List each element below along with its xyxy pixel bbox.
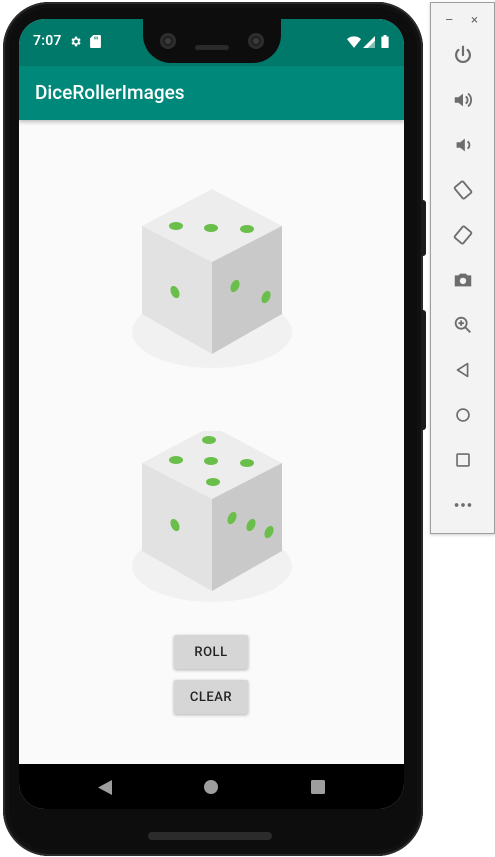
home-icon[interactable] — [200, 776, 222, 798]
die-top-icon — [132, 189, 292, 368]
recents-icon[interactable] — [307, 776, 329, 798]
camera-icon[interactable] — [450, 267, 476, 293]
volume-side-button — [421, 310, 426, 430]
rotate-right-icon[interactable] — [450, 222, 476, 248]
volume-up-icon[interactable] — [450, 87, 476, 113]
clear-button[interactable]: CLEAR — [174, 680, 248, 714]
dice-image-top — [127, 184, 297, 374]
status-time: 7:07 — [33, 33, 62, 49]
wifi-icon — [347, 33, 361, 52]
device-screen: 7:07 DiceRollerImages ROLL CLEAR — [19, 19, 404, 809]
sd-card-icon — [90, 33, 101, 52]
rotate-left-icon[interactable] — [450, 177, 476, 203]
minimize-button[interactable]: – — [445, 13, 454, 28]
front-camera-right — [248, 33, 264, 49]
die-bottom-icon — [132, 426, 292, 602]
back-icon[interactable] — [94, 776, 116, 798]
emulator-toolbar: – × — [430, 2, 495, 534]
signal-icon — [363, 33, 375, 52]
roll-button[interactable]: ROLL — [174, 635, 248, 669]
app-title: DiceRollerImages — [35, 81, 185, 104]
navigation-bar — [19, 764, 404, 809]
overview-icon[interactable] — [450, 447, 476, 473]
front-camera-left — [160, 33, 176, 49]
app-bar: DiceRollerImages — [19, 66, 404, 120]
power-side-button — [421, 200, 426, 256]
volume-down-icon[interactable] — [450, 132, 476, 158]
back-icon[interactable] — [450, 357, 476, 383]
more-icon[interactable] — [450, 492, 476, 518]
power-icon[interactable] — [450, 42, 476, 68]
home-icon[interactable] — [450, 402, 476, 428]
gear-icon — [69, 33, 82, 52]
camera-notch — [143, 19, 281, 63]
bottom-speaker-grille — [148, 832, 272, 840]
close-button[interactable]: × — [471, 13, 478, 28]
dice-image-bottom — [127, 426, 297, 621]
battery-icon — [381, 33, 389, 52]
earpiece-speaker — [195, 45, 229, 50]
zoom-icon[interactable] — [450, 312, 476, 338]
